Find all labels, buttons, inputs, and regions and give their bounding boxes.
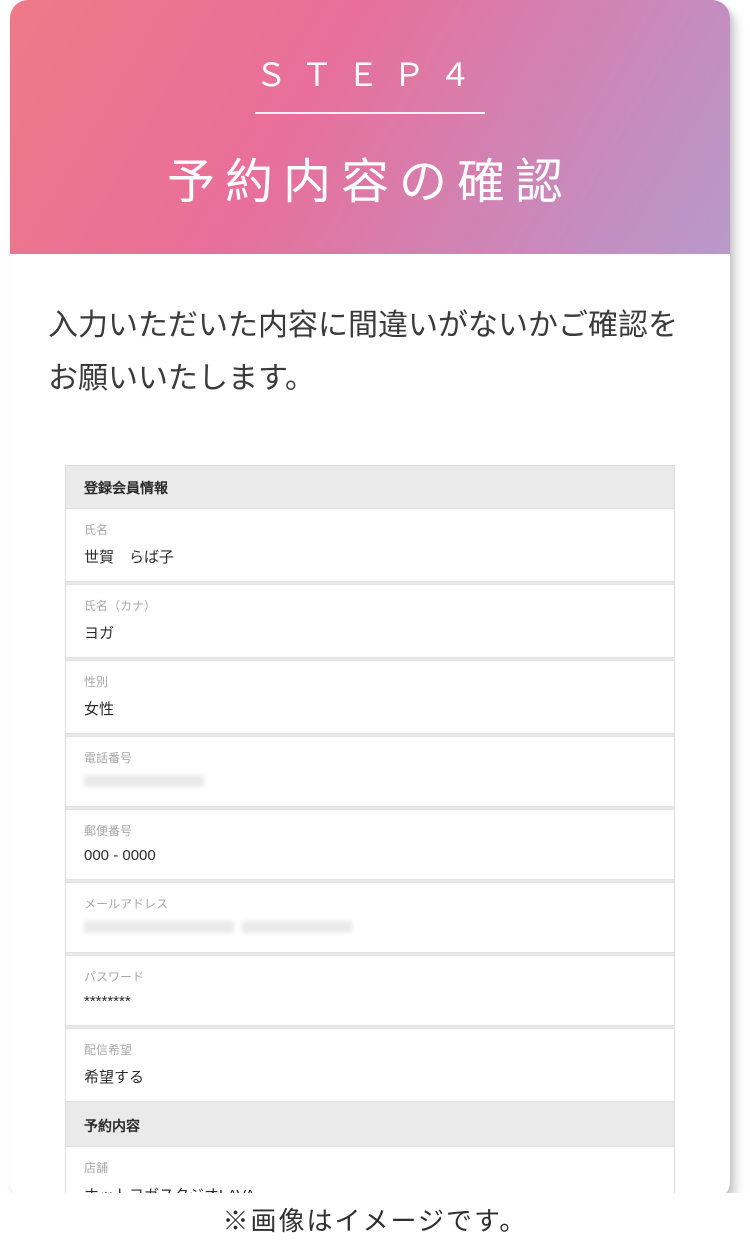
field-postal: 郵便番号 000 - 0000 [66, 809, 674, 880]
field-password: パスワード ******** [66, 955, 674, 1026]
field-value: 世賀 らば子 [84, 546, 656, 567]
field-label: 性別 [84, 673, 656, 690]
field-label: パスワード [84, 968, 656, 985]
field-store: 店舗 ホットヨガスタジオLAVA [66, 1146, 674, 1200]
field-label: 配信希望 [84, 1041, 656, 1058]
form-preview-wrap: 登録会員情報 氏名 世賀 らば子 氏名（カナ） ヨガ 性別 女性 電話番号 郵 [10, 415, 730, 1200]
field-value-redacted [84, 774, 656, 792]
field-label: 氏名（カナ） [84, 597, 656, 614]
field-phone: 電話番号 [66, 736, 674, 807]
step-card: ＳＴＥＰ４ 予約内容の確認 入力いただいた内容に間違いがないかご確認をお願いいた… [10, 0, 730, 1200]
image-caption: ※画像はイメージです。 [0, 1193, 750, 1242]
field-kana: 氏名（カナ） ヨガ [66, 584, 674, 658]
field-label: 電話番号 [84, 749, 656, 766]
step-number: ＳＴＥＰ４ [255, 50, 485, 114]
field-value: ******** [84, 993, 656, 1011]
field-value: 希望する [84, 1066, 656, 1087]
field-name: 氏名 世賀 らば子 [66, 508, 674, 582]
field-label: メールアドレス [84, 895, 656, 912]
field-value-redacted [84, 920, 656, 938]
section-member-header: 登録会員情報 [66, 466, 674, 508]
section-reservation-header: 予約内容 [66, 1104, 674, 1146]
instruction-text: 入力いただいた内容に間違いがないかご確認をお願いいたします。 [10, 254, 730, 415]
form-panel: 登録会員情報 氏名 世賀 らば子 氏名（カナ） ヨガ 性別 女性 電話番号 郵 [65, 465, 675, 1200]
field-label: 郵便番号 [84, 822, 656, 839]
field-gender: 性別 女性 [66, 660, 674, 734]
field-value: 女性 [84, 698, 656, 719]
field-value: 000 - 0000 [84, 847, 656, 865]
step-title: 予約内容の確認 [30, 142, 710, 212]
field-email: メールアドレス [66, 882, 674, 953]
field-label: 店舗 [84, 1159, 656, 1176]
field-subscribe: 配信希望 希望する [66, 1028, 674, 1102]
field-label: 氏名 [84, 521, 656, 538]
field-value: ヨガ [84, 622, 656, 643]
step-header: ＳＴＥＰ４ 予約内容の確認 [10, 0, 730, 254]
